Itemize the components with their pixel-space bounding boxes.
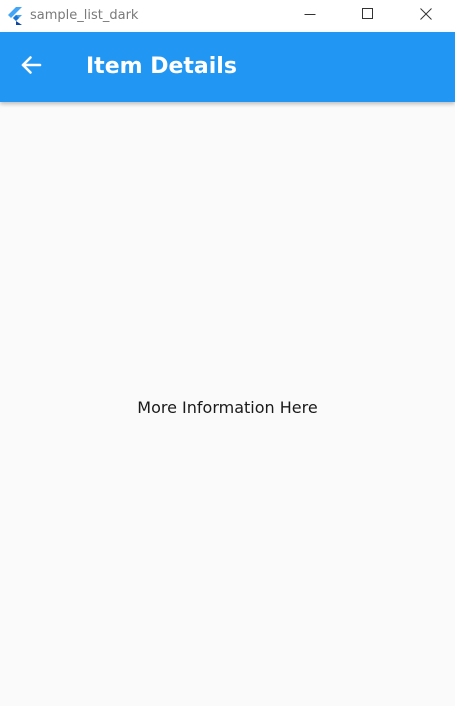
window-controls [281,0,455,32]
arrow-left-icon [20,54,42,81]
maximize-button[interactable] [339,0,397,32]
window-title: sample_list_dark [30,8,139,23]
page-title: Item Details [86,54,237,79]
close-icon [420,7,432,25]
minimize-icon [304,7,316,25]
back-button[interactable] [11,47,51,87]
details-text: More Information Here [137,398,318,417]
app-bar: Item Details [0,32,455,102]
details-body: More Information Here [0,102,455,706]
app-window: sample_list_dark Item Details More Infor… [0,0,455,706]
flutter-logo-icon [6,7,24,25]
minimize-button[interactable] [281,0,339,32]
maximize-icon [362,7,374,25]
close-button[interactable] [397,0,455,32]
window-titlebar[interactable]: sample_list_dark [0,0,455,32]
